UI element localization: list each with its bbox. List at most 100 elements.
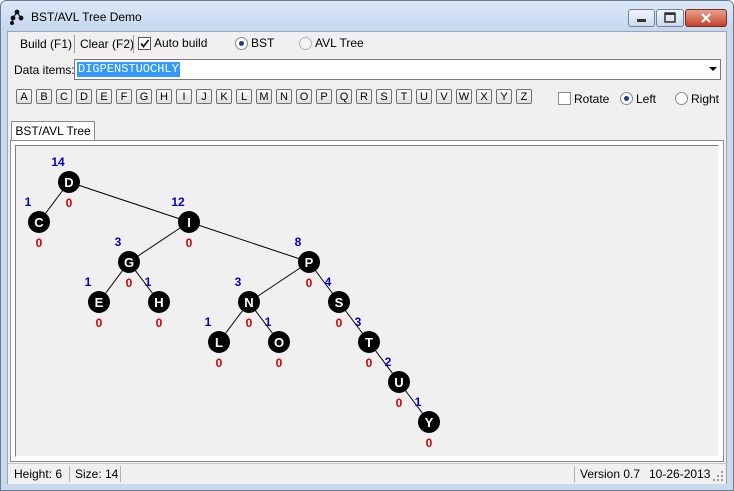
tree-node-size: 4 bbox=[325, 275, 332, 289]
tree-node-key: E bbox=[95, 295, 104, 310]
letter-button-c[interactable]: C bbox=[56, 89, 72, 104]
letter-button-r[interactable]: R bbox=[356, 89, 372, 104]
checkmark-icon bbox=[140, 39, 150, 48]
tree-node-balance: 0 bbox=[396, 396, 403, 410]
letter-button-l[interactable]: L bbox=[236, 89, 252, 104]
auto-build-label: Auto build bbox=[154, 36, 208, 50]
data-items-input[interactable]: DIGPENSTUOCHLY bbox=[74, 59, 721, 80]
letter-button-z[interactable]: Z bbox=[516, 89, 532, 104]
tree-node-balance: 0 bbox=[336, 316, 343, 330]
tree-node-balance: 0 bbox=[426, 436, 433, 450]
tree-node-key: I bbox=[187, 215, 191, 230]
rotate-checkbox[interactable] bbox=[558, 92, 571, 105]
letter-button-m[interactable]: M bbox=[256, 89, 272, 104]
avl-tree-label: AVL Tree bbox=[315, 36, 364, 50]
tree-node-s: S4 0 bbox=[325, 275, 350, 330]
tree-node-y: Y1 0 bbox=[415, 395, 440, 450]
letter-button-w[interactable]: W bbox=[456, 89, 472, 104]
letter-button-e[interactable]: E bbox=[96, 89, 112, 104]
tree-node-size: 8 bbox=[295, 235, 302, 249]
status-separator bbox=[69, 466, 70, 482]
letter-button-f[interactable]: F bbox=[116, 89, 132, 104]
letter-button-j[interactable]: J bbox=[196, 89, 212, 104]
resize-grip-icon[interactable] bbox=[712, 470, 724, 482]
tree-node-key: C bbox=[34, 215, 44, 230]
letter-button-x[interactable]: X bbox=[476, 89, 492, 104]
tree-node-key: N bbox=[244, 295, 253, 310]
tree-node-size: 1 bbox=[415, 395, 422, 409]
letter-button-q[interactable]: Q bbox=[336, 89, 352, 104]
tree-node-balance: 0 bbox=[246, 316, 253, 330]
tree-node-key: S bbox=[335, 295, 344, 310]
letter-button-s[interactable]: S bbox=[376, 89, 392, 104]
tree-node-balance: 0 bbox=[276, 356, 283, 370]
tree-node-n: N3 0 bbox=[235, 275, 260, 330]
minimize-button[interactable] bbox=[628, 9, 655, 27]
tree-node-size: 1 bbox=[205, 315, 212, 329]
window-title: BST/AVL Tree Demo bbox=[31, 10, 142, 24]
data-items-label: Data items: bbox=[14, 63, 75, 77]
status-height: Height: 6 bbox=[14, 467, 63, 481]
letter-button-u[interactable]: U bbox=[416, 89, 432, 104]
tree-node-size: 12 bbox=[171, 195, 185, 209]
letter-button-b[interactable]: B bbox=[36, 89, 52, 104]
tree-node-d: D 14 0 bbox=[51, 155, 80, 210]
status-size: Size: 14 bbox=[75, 467, 119, 481]
tree-node-size: 1 bbox=[145, 275, 152, 289]
close-icon bbox=[701, 13, 711, 23]
tree-node-size: 14 bbox=[51, 155, 65, 169]
status-date: 10-26-2013 bbox=[649, 467, 711, 481]
clear-button[interactable]: Clear (F2) bbox=[76, 34, 138, 54]
avl-tree-radio[interactable] bbox=[299, 37, 312, 50]
tree-node-size: 1 bbox=[85, 275, 92, 289]
letter-button-a[interactable]: A bbox=[16, 89, 32, 104]
letter-button-g[interactable]: G bbox=[136, 89, 152, 104]
letter-button-p[interactable]: P bbox=[316, 89, 332, 104]
left-radio[interactable] bbox=[620, 92, 633, 105]
tree-node-balance: 0 bbox=[36, 236, 43, 250]
letter-button-v[interactable]: V bbox=[436, 89, 452, 104]
letter-button-o[interactable]: O bbox=[296, 89, 312, 104]
status-version: Version 0.7 bbox=[580, 467, 641, 481]
right-radio[interactable] bbox=[675, 92, 688, 105]
tree-node-t: T3 0 bbox=[355, 315, 380, 370]
status-bar: Height: 6 Size: 14 Version 0.7 10-26-201… bbox=[8, 463, 726, 484]
tree-node-size: 3 bbox=[235, 275, 242, 289]
right-label: Right bbox=[691, 92, 720, 106]
letter-button-h[interactable]: H bbox=[156, 89, 172, 104]
bst-label: BST bbox=[251, 36, 275, 50]
tree-node-e: E1 0 bbox=[85, 275, 110, 330]
tree-node-balance: 0 bbox=[366, 356, 373, 370]
tree-node-key: T bbox=[365, 335, 373, 350]
chevron-down-icon[interactable] bbox=[709, 67, 717, 71]
tree-node-balance: 0 bbox=[186, 236, 193, 250]
auto-build-checkbox[interactable] bbox=[138, 37, 151, 50]
letter-button-d[interactable]: D bbox=[76, 89, 92, 104]
build-button[interactable]: Build (F1) bbox=[16, 34, 76, 54]
data-items-value: DIGPENSTUOCHLY bbox=[77, 62, 180, 77]
tree-node-key: L bbox=[215, 335, 223, 350]
letter-button-t[interactable]: T bbox=[396, 89, 412, 104]
close-button[interactable] bbox=[685, 9, 727, 27]
letter-button-y[interactable]: Y bbox=[496, 89, 512, 104]
bst-radio[interactable] bbox=[235, 37, 248, 50]
toolbar-separator bbox=[133, 35, 134, 53]
tree-node-key: Y bbox=[425, 415, 434, 430]
tree-node-key: G bbox=[124, 255, 134, 270]
tree-node-key: U bbox=[394, 375, 403, 390]
tree-node-size: 3 bbox=[355, 315, 362, 329]
tree-diagram: D140C10I120G30P80E10H10N30S40L10O10T30U2… bbox=[25, 155, 440, 450]
rotate-label: Rotate bbox=[574, 92, 610, 106]
tab-bst-avl-tree[interactable]: BST/AVL Tree bbox=[11, 121, 95, 141]
tree-node-l: L1 0 bbox=[205, 315, 230, 370]
tree-node-balance: 0 bbox=[66, 196, 73, 210]
tree-node-h: H1 0 bbox=[145, 275, 170, 330]
letter-button-i[interactable]: I bbox=[176, 89, 192, 104]
tree-node-balance: 0 bbox=[156, 316, 163, 330]
tree-node-o: O1 0 bbox=[265, 315, 290, 370]
maximize-button[interactable] bbox=[656, 9, 684, 27]
tree-node-key: O bbox=[274, 335, 284, 350]
letter-button-n[interactable]: N bbox=[276, 89, 292, 104]
letter-button-k[interactable]: K bbox=[216, 89, 232, 104]
tree-node-balance: 0 bbox=[306, 276, 313, 290]
